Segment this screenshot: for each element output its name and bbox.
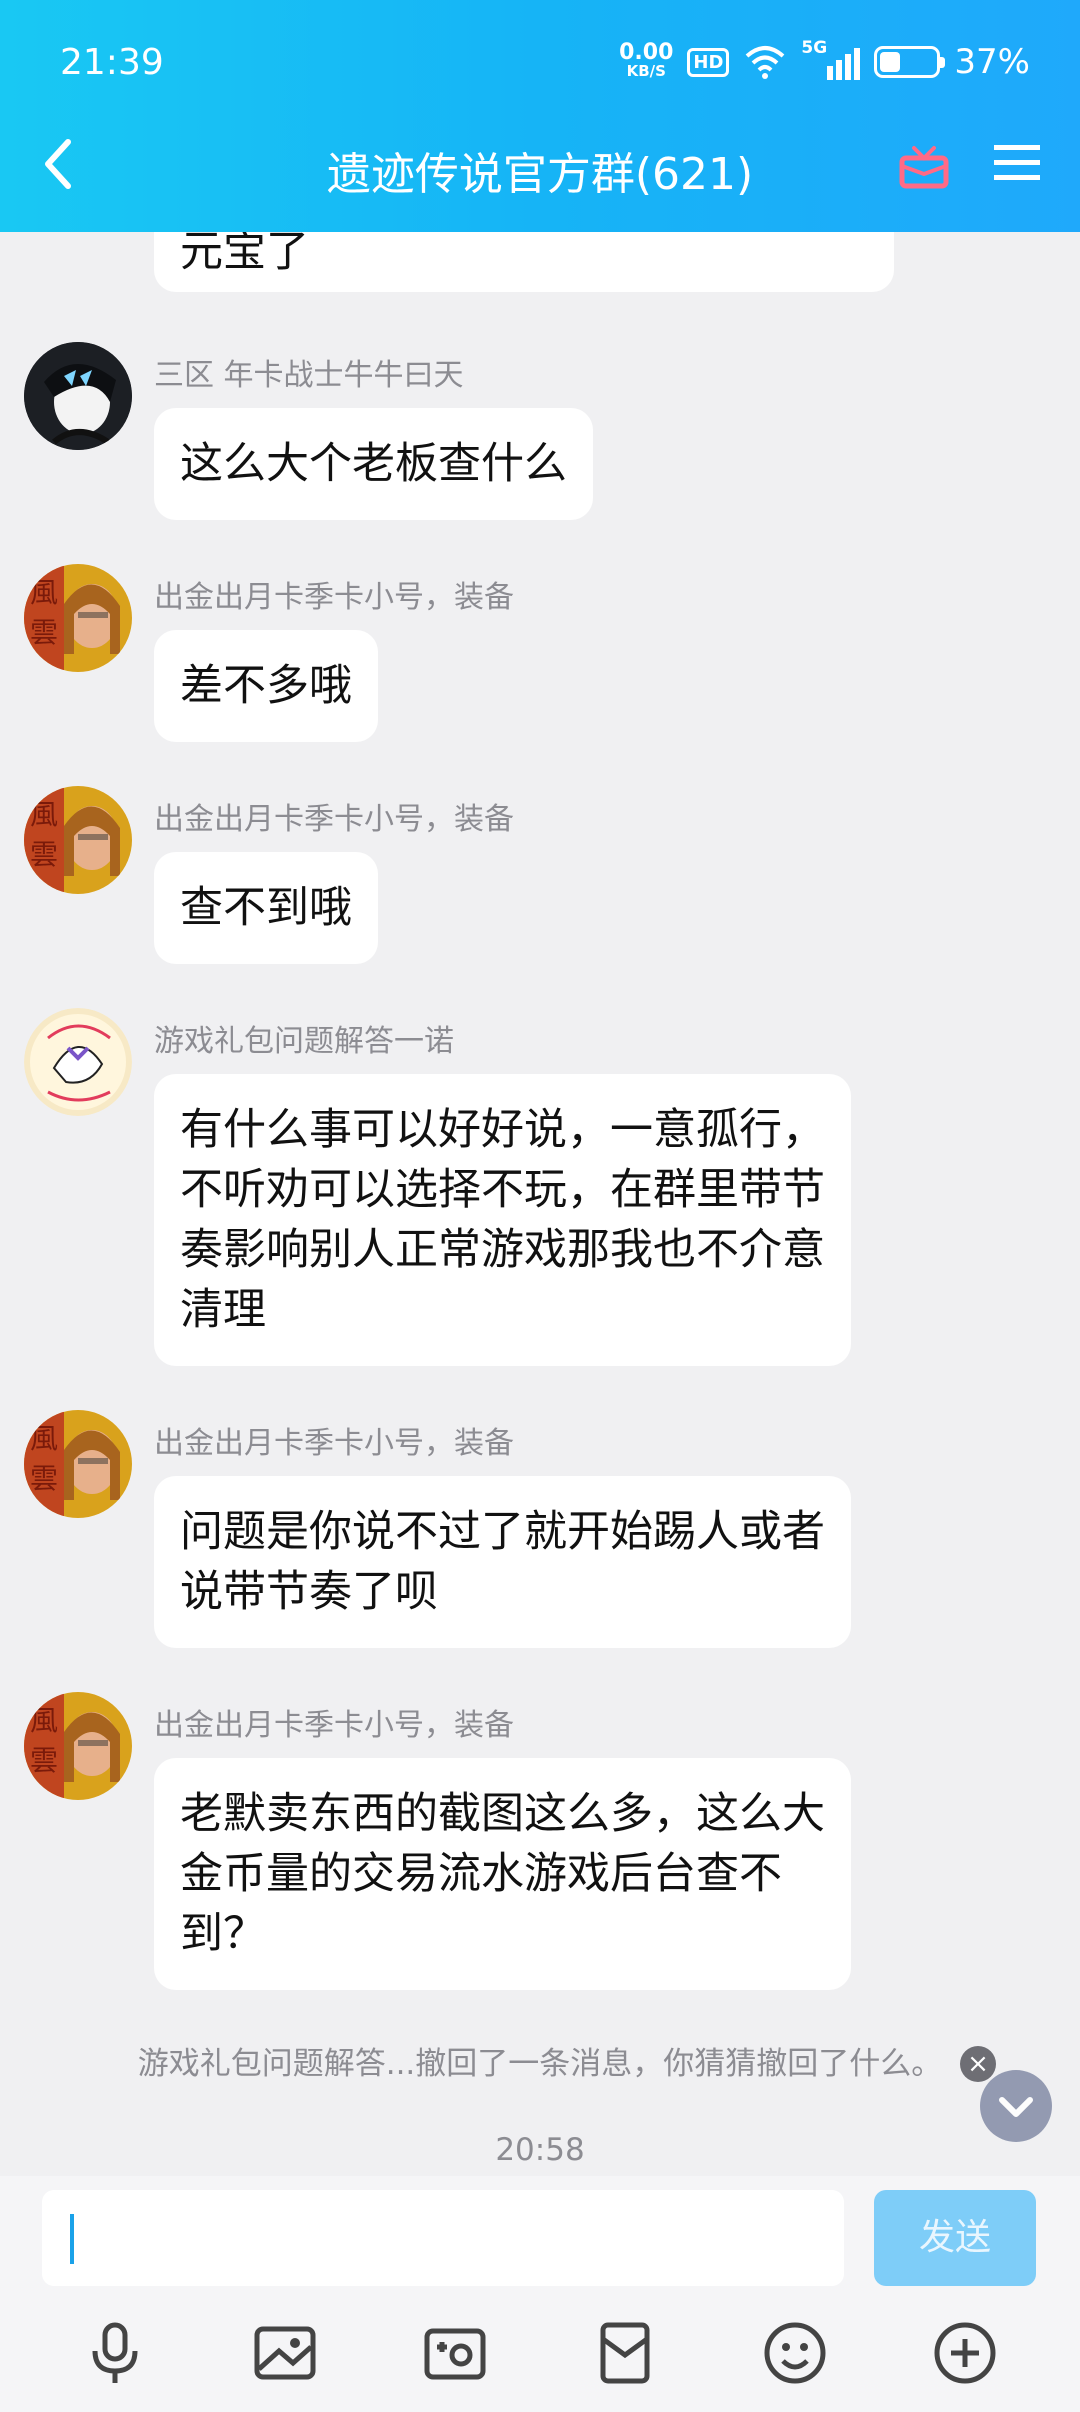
avatar[interactable] — [24, 342, 132, 450]
message-bubble[interactable]: 差不多哦 — [154, 630, 378, 742]
menu-icon[interactable] — [994, 142, 1040, 184]
plus-icon[interactable] — [929, 2317, 1001, 2389]
svg-text:雲: 雲 — [30, 838, 58, 871]
wifi-icon — [746, 46, 785, 79]
battery-icon — [874, 46, 946, 78]
message-bubble[interactable]: 查不到哦 — [154, 852, 378, 964]
message-bubble[interactable]: 元宝了 — [154, 232, 894, 292]
message-text-line: 问题是你说不过了就开始踢人或者 — [180, 1507, 825, 1557]
svg-text:雲: 雲 — [30, 1744, 58, 1777]
message-text-line: 金币量的交易流水游戏后台查不 — [180, 1849, 782, 1899]
avatar[interactable]: 風 雲 — [24, 786, 132, 894]
sender-name: 出金出月卡季卡小号，装备 — [154, 1426, 514, 1461]
message-text: 差不多哦 — [180, 661, 352, 711]
signal-type: 5G — [801, 38, 828, 58]
sender-name: 三区 年卡战士牛牛曰天 — [154, 358, 464, 393]
message-input[interactable] — [42, 2190, 844, 2286]
svg-text:風: 風 — [30, 576, 58, 609]
emoji-icon[interactable] — [759, 2317, 831, 2389]
message-text-line: 有什么事可以好好说，一意孤行， — [180, 1105, 825, 1155]
battery-percent: 37% — [954, 42, 1030, 82]
message-text: 这么大个老板查什么 — [180, 439, 567, 489]
svg-text:風: 風 — [30, 798, 58, 831]
battery-level — [880, 52, 901, 72]
network-speed-value: 0.00 — [619, 40, 674, 65]
chat-area[interactable]: 元宝了 三区 年卡战士牛牛曰天 这么大个老板查什么 風 雲 出金出月卡季卡小号，… — [0, 232, 1080, 2176]
sender-name: 出金出月卡季卡小号，装备 — [154, 1708, 514, 1743]
camera-icon[interactable] — [419, 2317, 491, 2389]
message-text: 元宝了 — [180, 232, 309, 277]
sender-name: 出金出月卡季卡小号，装备 — [154, 580, 514, 615]
message-bubble[interactable]: 老默卖东西的截图这么多，这么大 金币量的交易流水游戏后台查不 到？ — [154, 1758, 851, 1990]
message-bubble[interactable]: 问题是你说不过了就开始踢人或者 说带节奏了呗 — [154, 1476, 851, 1648]
message-text-line: 说带节奏了呗 — [180, 1567, 438, 1617]
text-cursor — [70, 2214, 74, 2264]
avatar[interactable]: 風 雲 — [24, 564, 132, 672]
sender-name: 游戏礼包问题解答一诺 — [154, 1024, 454, 1059]
svg-text:雲: 雲 — [30, 616, 58, 649]
message-text-line: 老默卖东西的截图这么多，这么大 — [180, 1789, 825, 1839]
svg-text:風: 風 — [30, 1704, 58, 1737]
header: 21:39 0.00 KB/S HD 5G 37% 遗迹传说官方群(621) — [0, 0, 1080, 232]
svg-text:雲: 雲 — [30, 1462, 58, 1495]
network-speed-unit: KB/S — [626, 62, 666, 80]
hd-badge: HD — [687, 47, 730, 77]
message-text-line: 到？ — [180, 1909, 266, 1959]
avatar[interactable]: 風 雲 — [24, 1410, 132, 1518]
nav-bar: 遗迹传说官方群(621) — [0, 120, 1080, 210]
send-button[interactable]: 发送 — [874, 2190, 1036, 2286]
status-time: 21:39 — [60, 41, 164, 83]
message-text: 查不到哦 — [180, 883, 352, 933]
cell-signal-icon: 5G — [801, 38, 861, 80]
image-icon[interactable] — [249, 2317, 321, 2389]
recall-notice[interactable]: 游戏礼包问题解答...撤回了一条消息，你猜猜撤回了什么。 — [0, 2038, 1080, 2083]
svg-text:風: 風 — [30, 1422, 58, 1455]
message-text-line: 不听劝可以选择不玩，在群里带节 — [180, 1165, 825, 1215]
message-timestamp: 20:58 — [495, 2132, 585, 2168]
sender-name: 出金出月卡季卡小号，装备 — [154, 802, 514, 837]
status-bar: 21:39 0.00 KB/S HD 5G 37% — [60, 38, 1030, 84]
input-toolbar — [0, 2294, 1080, 2412]
gift-box-icon[interactable] — [896, 136, 952, 192]
red-packet-icon[interactable] — [589, 2317, 661, 2389]
network-speed: 0.00 KB/S — [619, 40, 674, 81]
avatar[interactable]: 風 雲 — [24, 1692, 132, 1800]
message-bubble[interactable]: 有什么事可以好好说，一意孤行， 不听劝可以选择不玩，在群里带节 奏影响别人正常游… — [154, 1074, 851, 1366]
microphone-icon[interactable] — [79, 2317, 151, 2389]
message-bubble[interactable]: 这么大个老板查什么 — [154, 408, 593, 520]
avatar[interactable] — [24, 1008, 132, 1116]
input-bar: 发送 — [0, 2176, 1080, 2294]
message-text-line: 奏影响别人正常游戏那我也不介意 — [180, 1225, 825, 1275]
message-text-line: 清理 — [180, 1285, 266, 1335]
